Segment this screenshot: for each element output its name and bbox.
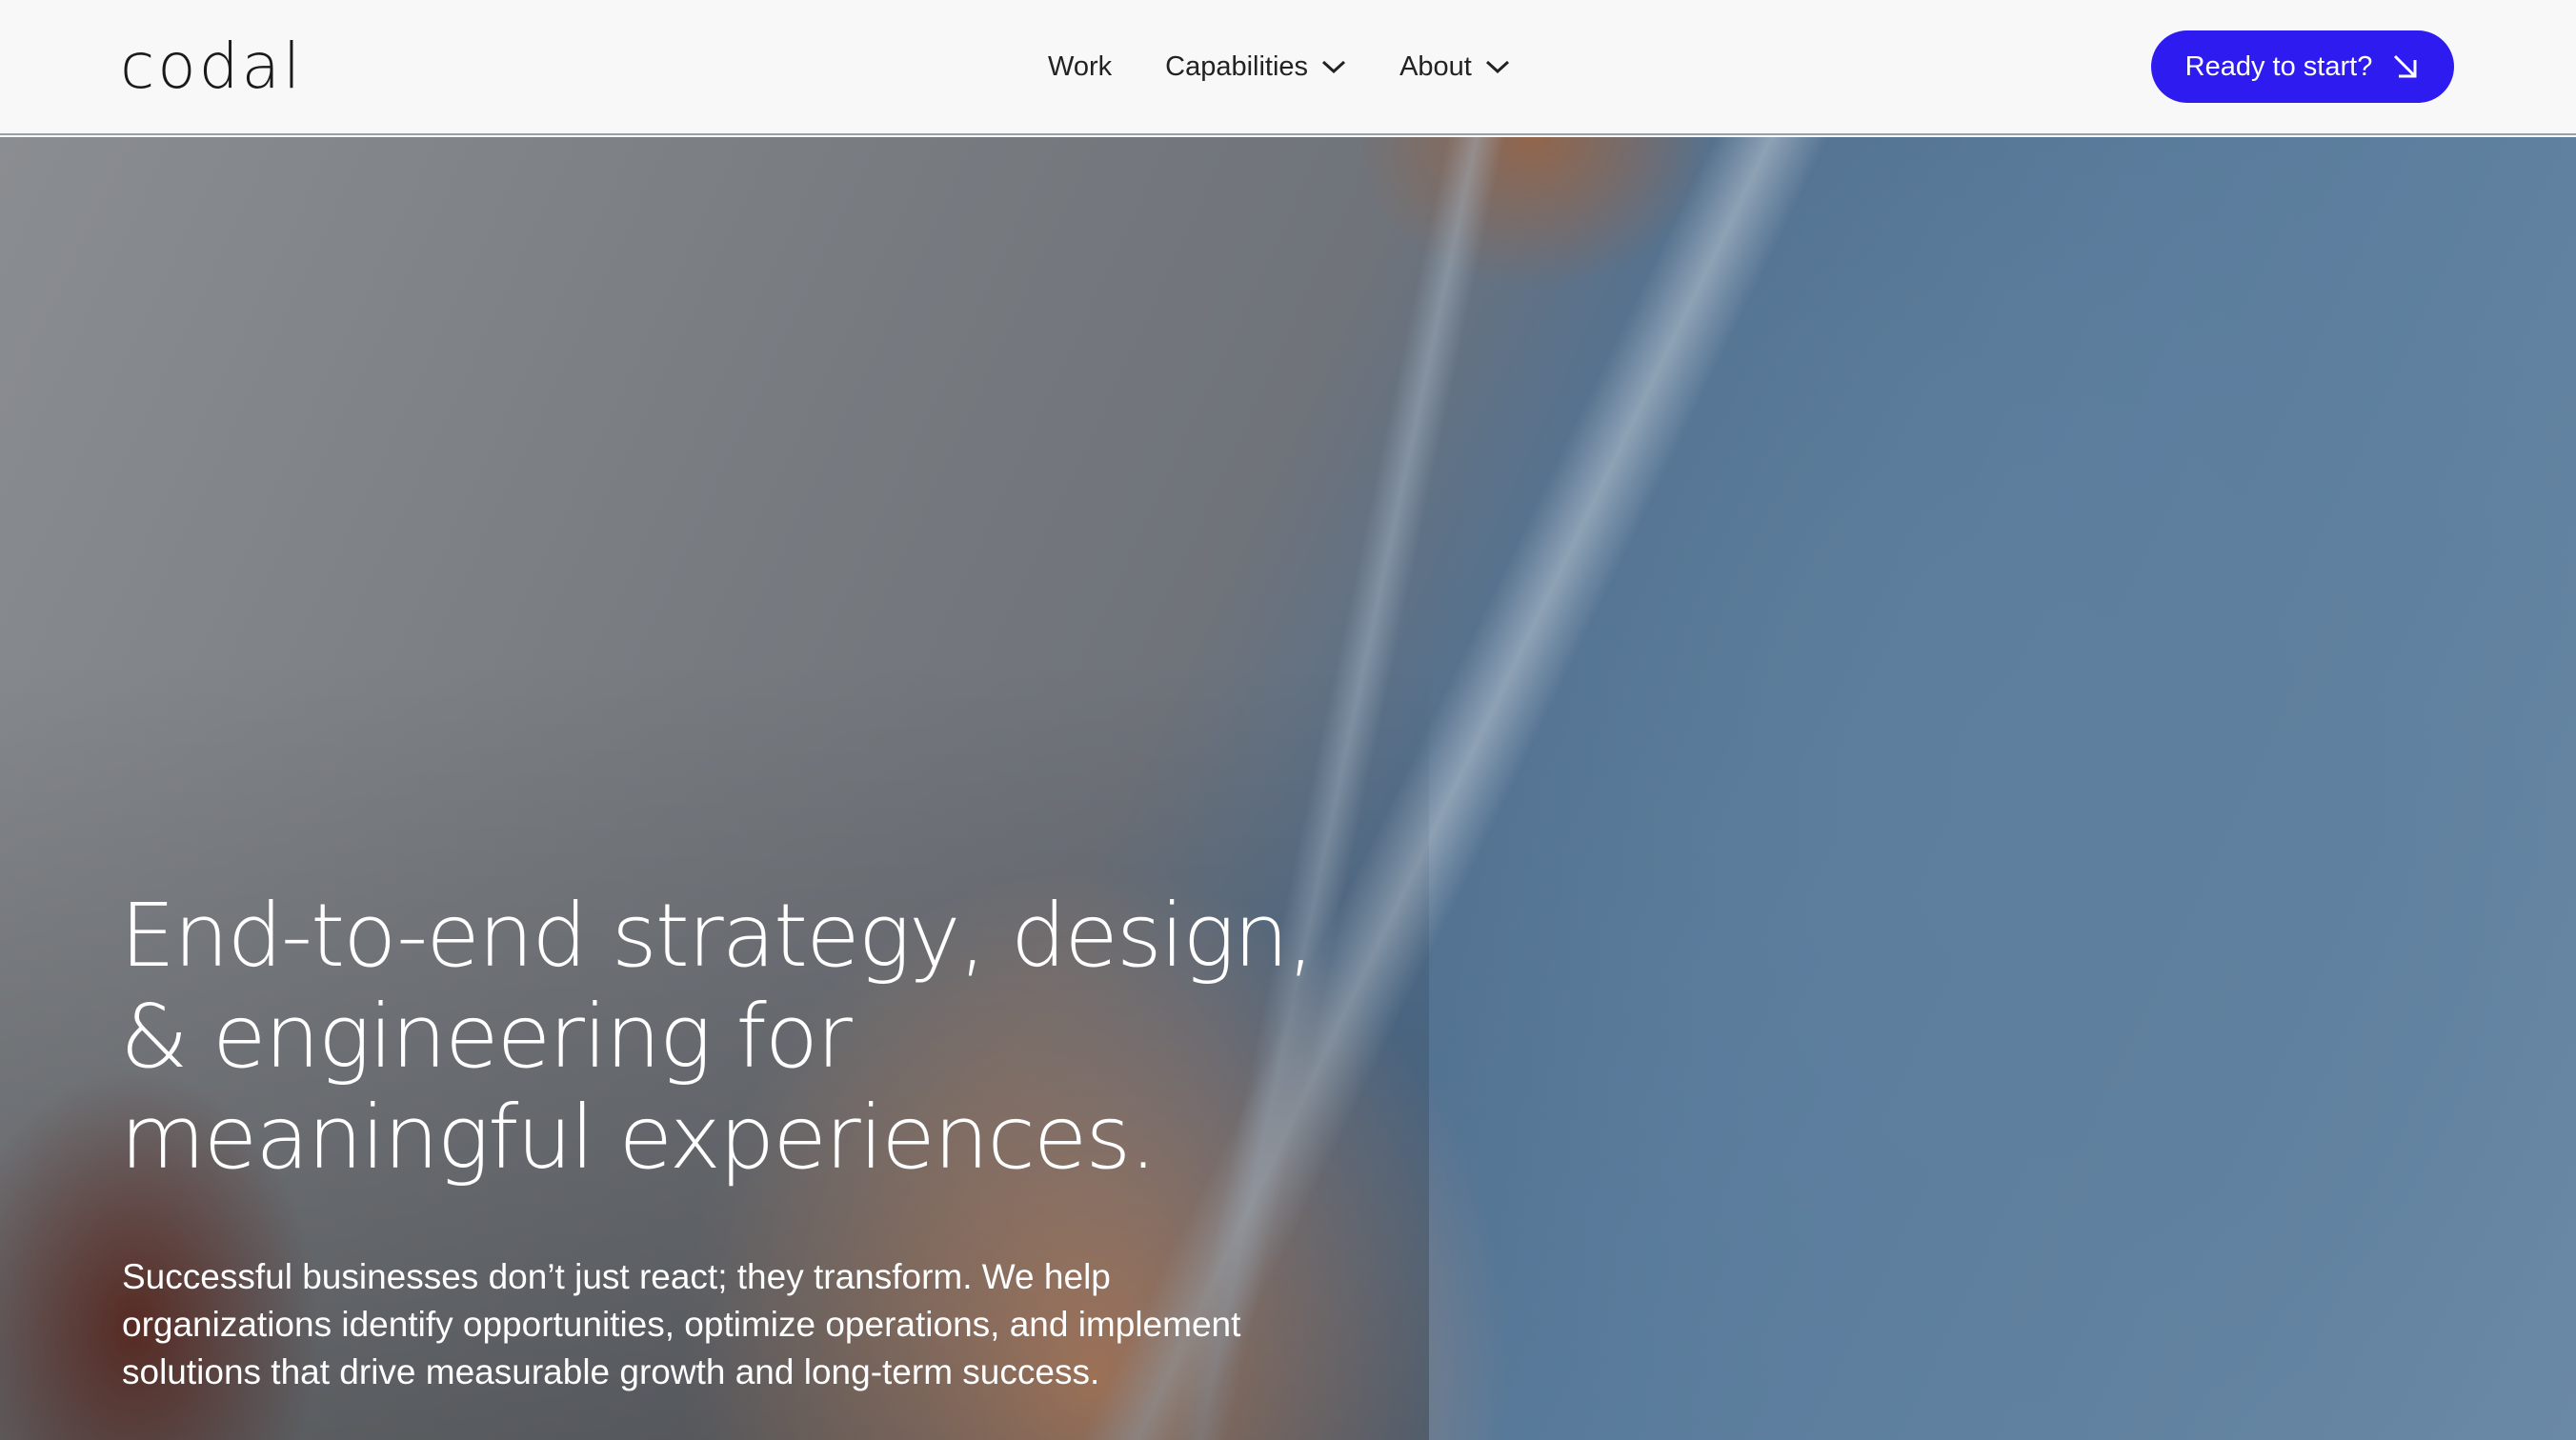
arrow-down-right-icon <box>2391 52 2420 81</box>
nav-item-label: Capabilities <box>1165 50 1309 82</box>
ready-to-start-button[interactable]: Ready to start? <box>2151 30 2454 103</box>
hero-subtext: Successful businesses don’t just react; … <box>122 1257 1241 1391</box>
chevron-down-icon <box>1321 59 1346 74</box>
chevron-down-icon <box>1485 59 1510 74</box>
codal-logo[interactable]: codal <box>120 29 303 105</box>
site-header: codal Work Capabilities About Ready to s… <box>0 0 2576 135</box>
hero-section <box>0 137 2576 1440</box>
nav-item-capabilities[interactable]: Capabilities <box>1165 51 1346 83</box>
hero-overlay <box>0 137 1429 1440</box>
nav-item-label: About <box>1399 50 1472 82</box>
nav-item-label: Work <box>1048 50 1113 82</box>
cta-label: Ready to start? <box>2184 50 2373 82</box>
hero-headline: End-to-end strategy, design, & engineeri… <box>120 885 1315 1189</box>
main-nav: Work Capabilities About <box>1048 38 1563 95</box>
nav-item-about[interactable]: About <box>1399 51 1510 83</box>
nav-item-work[interactable]: Work <box>1048 51 1112 83</box>
